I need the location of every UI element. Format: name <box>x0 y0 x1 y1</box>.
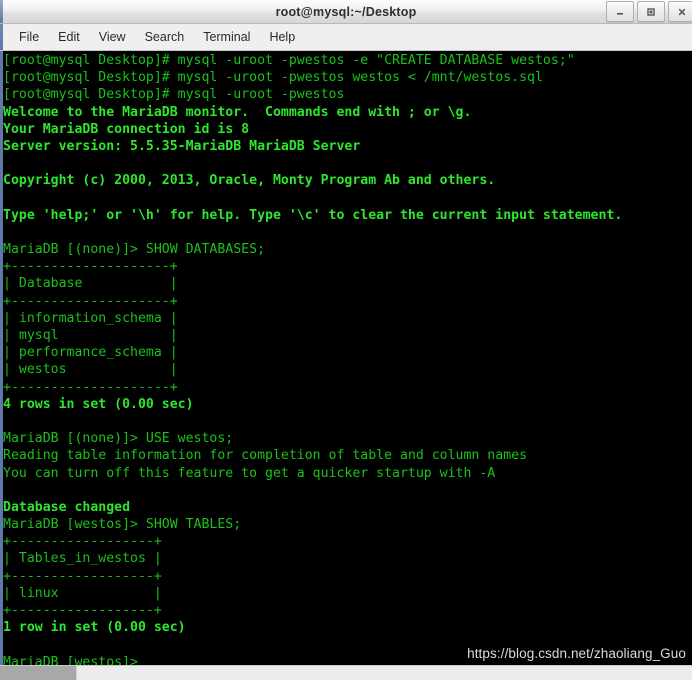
terminal-output: [root@mysql Desktop]# mysql -uroot -pwes… <box>3 52 692 665</box>
terminal-line: 1 row in set (0.00 sec) <box>3 620 186 636</box>
window-title: root@mysql:~/Desktop <box>275 4 417 19</box>
menu-item-file[interactable]: File <box>10 28 48 46</box>
terminal-line: Welcome to the MariaDB monitor. Commands… <box>3 104 472 120</box>
terminal-line: [root@mysql Desktop]# mysql -uroot -pwes… <box>3 53 575 68</box>
terminal-line: +------------------+ <box>3 568 162 584</box>
terminal-line: Copyright (c) 2000, 2013, Oracle, Monty … <box>3 173 496 189</box>
menu-item-terminal[interactable]: Terminal <box>194 28 259 46</box>
terminal-line: | performance_schema | <box>3 345 178 361</box>
terminal-window: root@mysql:~/Desktop File Edit View Sear… <box>0 0 692 665</box>
terminal-line: Database changed <box>3 499 131 515</box>
terminal-line: MariaDB [(none)]> USE westos; <box>3 431 234 447</box>
maximize-icon <box>647 7 655 16</box>
terminal-line: Your MariaDB connection id is 8 <box>3 121 250 137</box>
terminal-line: Reading table information for completion… <box>3 448 528 464</box>
terminal-line: | linux | <box>3 585 162 601</box>
terminal-line: +------------------+ <box>3 534 162 550</box>
terminal-line: +--------------------+ <box>3 293 178 309</box>
terminal-line: | information_schema | <box>3 310 178 326</box>
terminal-line: +--------------------+ <box>3 379 178 395</box>
taskbar <box>0 665 692 680</box>
minimize-button[interactable] <box>606 1 634 22</box>
terminal-line: | Database | <box>3 276 178 292</box>
terminal-line: You can turn off this feature to get a q… <box>3 465 496 481</box>
maximize-button[interactable] <box>637 1 665 22</box>
terminal-line: Server version: 5.5.35-MariaDB MariaDB S… <box>3 138 361 154</box>
menu-item-search[interactable]: Search <box>136 28 194 46</box>
terminal-line: | Tables_in_westos | <box>3 551 162 567</box>
watermark-text: https://blog.csdn.net/zhaoliang_Guo <box>467 646 686 661</box>
terminal-line: Type 'help;' or '\h' for help. Type '\c'… <box>3 207 623 223</box>
menubar: File Edit View Search Terminal Help <box>0 24 692 51</box>
menu-item-help[interactable]: Help <box>260 28 304 46</box>
window-controls <box>606 1 692 22</box>
menu-item-view[interactable]: View <box>90 28 135 46</box>
terminal-line: +--------------------+ <box>3 259 178 275</box>
terminal-line: [root@mysql Desktop]# mysql -uroot -pwes… <box>3 87 345 103</box>
terminal-line: MariaDB [westos]> SHOW TABLES; <box>3 517 242 533</box>
terminal-line: MariaDB [(none)]> SHOW DATABASES; <box>3 242 266 258</box>
close-button[interactable] <box>668 1 692 22</box>
terminal-line: [root@mysql Desktop]# mysql -uroot -pwes… <box>3 70 543 86</box>
taskbar-window-button[interactable] <box>0 666 77 680</box>
close-icon <box>678 8 686 15</box>
window-titlebar[interactable]: root@mysql:~/Desktop <box>0 0 692 24</box>
minimize-icon <box>617 12 623 15</box>
terminal-screen[interactable]: [root@mysql Desktop]# mysql -uroot -pwes… <box>0 51 692 665</box>
terminal-line: 4 rows in set (0.00 sec) <box>3 396 194 412</box>
terminal-line: | westos | <box>3 362 178 378</box>
menu-item-edit[interactable]: Edit <box>49 28 89 46</box>
terminal-line: +------------------+ <box>3 603 162 618</box>
desktop-root: root@mysql:~/Desktop File Edit View Sear… <box>0 0 692 680</box>
terminal-line: | mysql | <box>3 328 178 343</box>
